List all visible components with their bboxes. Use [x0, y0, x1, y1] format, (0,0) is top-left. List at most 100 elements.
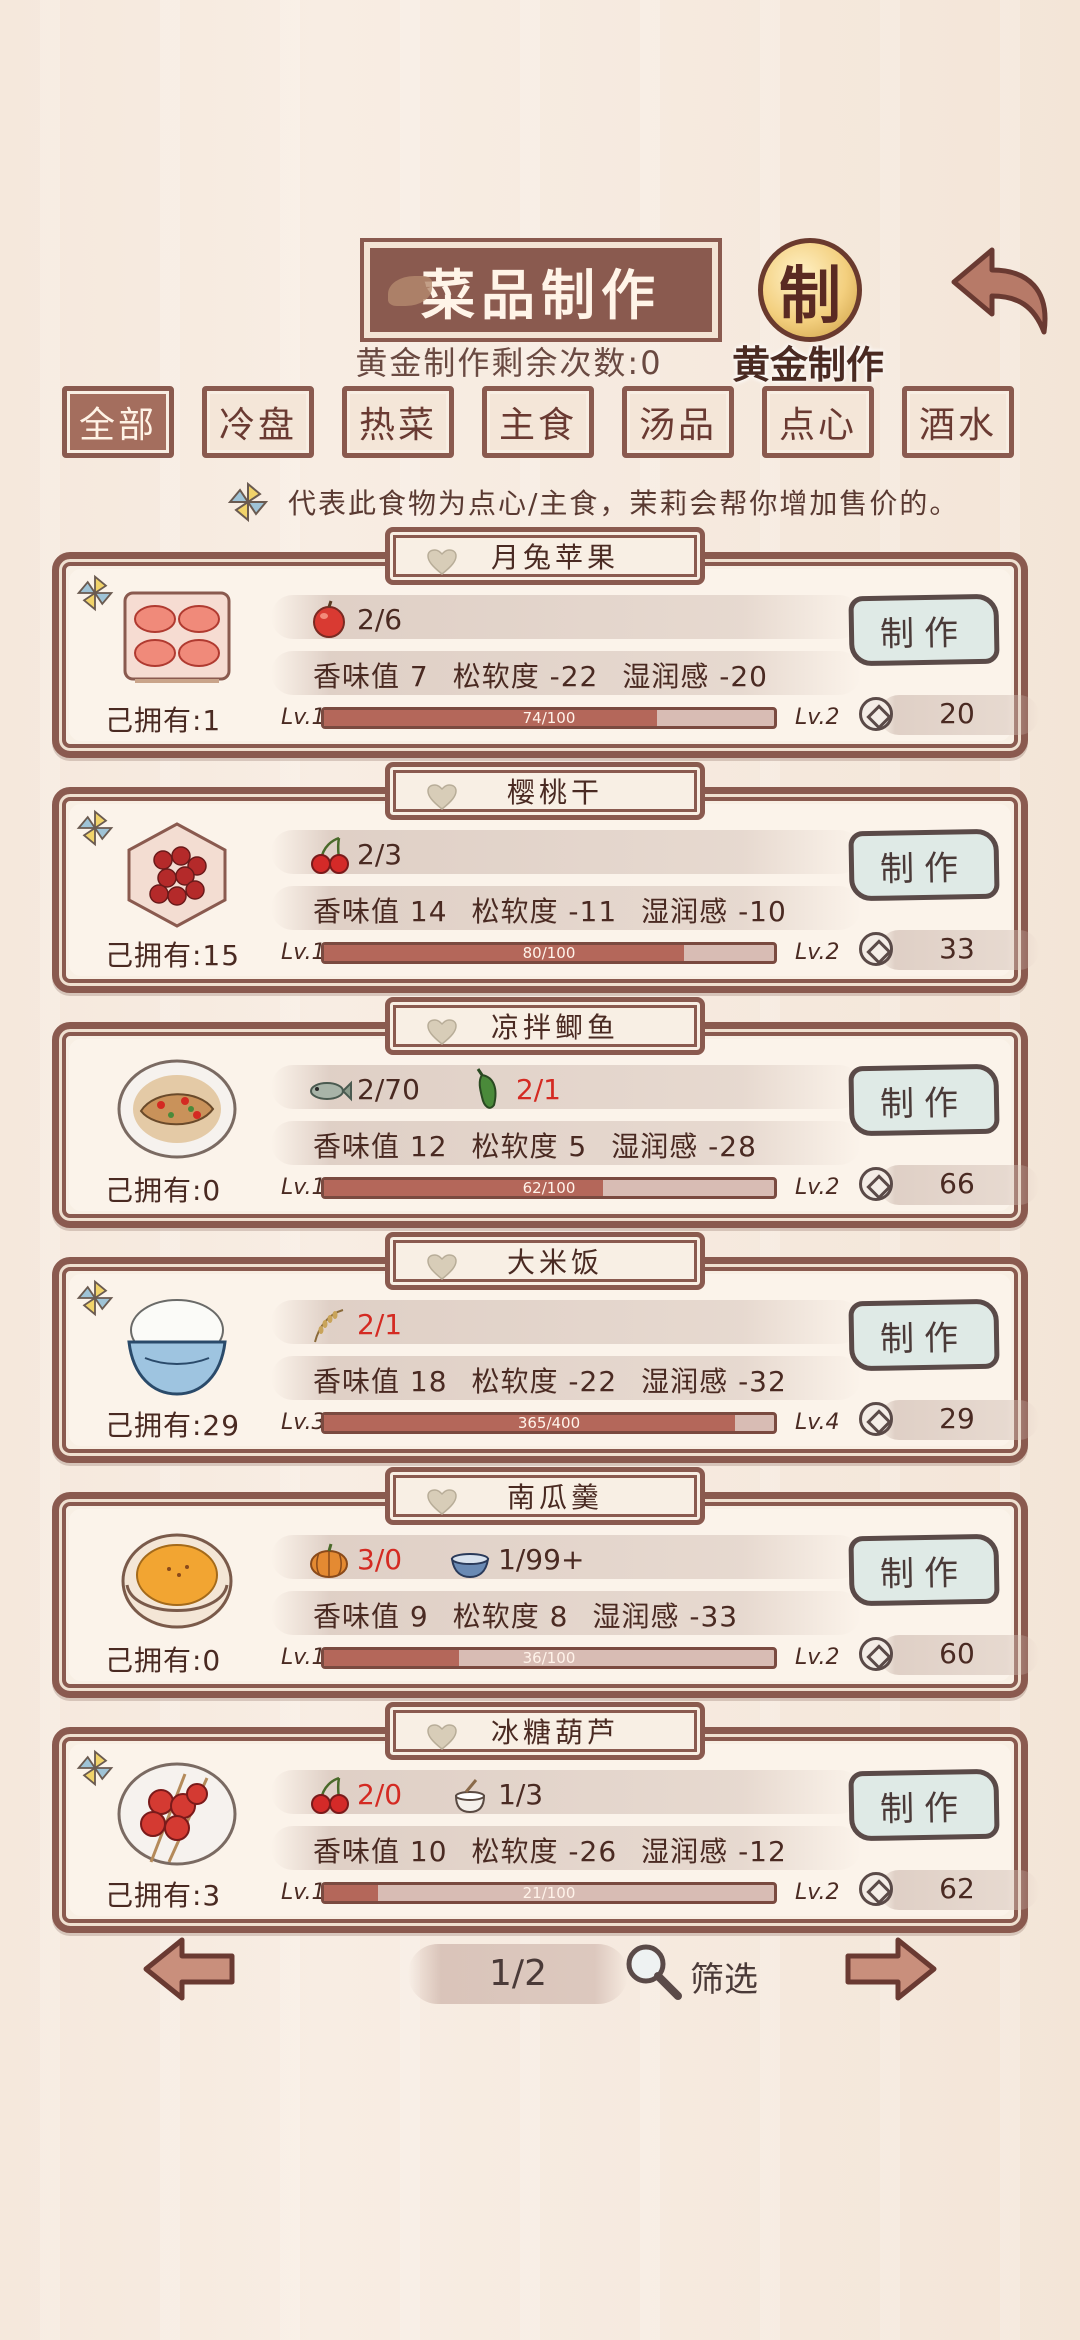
xp-bar: 74/100: [321, 707, 777, 729]
ingredient-count: 2/1: [515, 1072, 561, 1106]
tab-cold[interactable]: 冷盘: [202, 386, 314, 458]
recipe-card: 大米饭 己拥有:29 2/1 香味值 18 松软度 -22 湿润感 -32 Lv.3 365/…: [52, 1232, 1039, 1463]
ingredients-row: 2/6: [305, 597, 446, 641]
ingredients-row: 2/70 2/1: [305, 1067, 605, 1111]
coin-icon: [859, 1637, 893, 1671]
price-value: 60: [939, 1637, 975, 1670]
dish-image: [115, 1284, 239, 1404]
stat-value: 松软度 8: [452, 1600, 569, 1633]
apple-icon: [305, 597, 353, 641]
pinwheel-notice: 代表此食物为点心/主食，茉莉会帮你增加售价的。: [226, 478, 966, 526]
coin-icon: [859, 1402, 893, 1436]
heart-icon[interactable]: [426, 1253, 458, 1285]
sugar-pot-icon: [446, 1772, 494, 1816]
green-pepper-icon: [464, 1067, 512, 1111]
cherry-icon: [305, 1772, 353, 1816]
stat-value: 香味值 10: [313, 1835, 448, 1868]
price-value: 66: [939, 1167, 975, 1200]
price: 60: [859, 1635, 1039, 1675]
tab-dessert[interactable]: 点心: [762, 386, 874, 458]
make-button[interactable]: 制作: [848, 593, 1000, 667]
recipe-name-plaque: 大米饭: [385, 1232, 705, 1290]
heart-icon[interactable]: [426, 548, 458, 580]
ingredient: 2/70: [305, 1067, 420, 1111]
ingredient: 3/0: [305, 1537, 402, 1581]
owned-count: 己拥有:0: [105, 1644, 222, 1677]
recipe-card: 南瓜羹 己拥有:0 3/0 1/99+ 香味值 9 松软度 8 湿润感 -33 Lv.1 36/…: [52, 1467, 1039, 1698]
next-level: Lv.2: [795, 940, 840, 965]
tab-soup[interactable]: 汤品: [622, 386, 734, 458]
stat-value: 香味值 18: [313, 1365, 448, 1398]
make-button[interactable]: 制作: [848, 1298, 1000, 1372]
coin-icon: [859, 1167, 893, 1201]
next-page-button[interactable]: [842, 1936, 938, 2002]
ingredient: 2/1: [305, 1302, 402, 1346]
pinwheel-icon: [75, 1278, 115, 1322]
stats-row: 香味值 18 松软度 -22 湿润感 -32: [313, 1360, 811, 1400]
heart-icon[interactable]: [426, 1723, 458, 1755]
stat-value: 香味值 14: [313, 895, 448, 928]
price-value: 33: [939, 932, 975, 965]
tab-staple[interactable]: 主食: [482, 386, 594, 458]
recipe-card: 凉拌鲫鱼 己拥有:0 2/70 2/1 香味值 12 松软度 5 湿润感 -28 Lv.1 62…: [52, 997, 1039, 1228]
stat-value: 湿润感 -12: [641, 1835, 787, 1868]
magnifier-icon: [626, 1944, 682, 2000]
filter-label: 筛选: [690, 1960, 758, 2000]
ingredients-row: 2/3: [305, 832, 446, 876]
filter-button[interactable]: 筛选: [620, 1938, 770, 2004]
recipe-name-plaque: 冰糖葫芦: [385, 1702, 705, 1760]
xp-text: 74/100: [522, 709, 576, 727]
owned-count: 己拥有:29: [105, 1409, 241, 1442]
stat-value: 湿润感 -32: [641, 1365, 787, 1398]
heart-icon[interactable]: [426, 783, 458, 815]
gold-make-button[interactable]: 制 黄金制作: [728, 238, 888, 388]
stat-value: 松软度 -22: [452, 660, 599, 693]
price: 20: [859, 695, 1039, 735]
current-level: Lv.1: [281, 1880, 326, 1905]
stat-value: 湿润感 -10: [641, 895, 787, 928]
price-value: 62: [939, 1872, 975, 1905]
heart-icon[interactable]: [426, 1488, 458, 1520]
recipe-card: 月兔苹果 己拥有:1 2/6 香味值 7 松软度 -22 湿润感 -20 Lv.1 74/10…: [52, 527, 1039, 758]
recipe-name: 樱桃干: [506, 776, 603, 809]
make-button[interactable]: 制作: [848, 1768, 1000, 1842]
ingredient-count: 2/6: [357, 602, 403, 636]
back-button[interactable]: [946, 240, 1056, 340]
xp-text: 80/100: [522, 944, 576, 962]
xp-text: 62/100: [522, 1179, 576, 1197]
owned-count: 己拥有:3: [105, 1879, 222, 1912]
ingredient-count: 2/70: [357, 1072, 420, 1106]
coin-icon: [859, 932, 893, 966]
gold-remaining-text: 黄金制作剩余次数:0: [355, 344, 663, 382]
ingredients-row: 2/1: [305, 1302, 446, 1346]
category-tabs: 全部 冷盘 热菜 主食 汤品 点心 酒水: [62, 386, 1022, 462]
right-arrow-icon: [845, 1937, 937, 2001]
recipe-name-plaque: 南瓜羹: [385, 1467, 705, 1525]
tab-hot[interactable]: 热菜: [342, 386, 454, 458]
heart-icon[interactable]: [426, 1018, 458, 1050]
recipe-name-plaque: 樱桃干: [385, 762, 705, 820]
ingredients-row: 2/0 1/3: [305, 1772, 587, 1816]
xp-text: 21/100: [522, 1884, 576, 1902]
prev-page-button[interactable]: [142, 1936, 238, 2002]
stats-row: 香味值 10 松软度 -26 湿润感 -12: [313, 1830, 811, 1870]
make-button[interactable]: 制作: [848, 1063, 1000, 1137]
recipe-name-plaque: 月兔苹果: [385, 527, 705, 585]
stat-value: 松软度 -26: [471, 1835, 618, 1868]
ingredient: 1/99+: [446, 1537, 584, 1581]
current-level: Lv.1: [281, 940, 326, 965]
tab-drinks[interactable]: 酒水: [902, 386, 1014, 458]
ingredient: 2/3: [305, 832, 402, 876]
make-button[interactable]: 制作: [848, 1533, 1000, 1607]
make-button[interactable]: 制作: [848, 828, 1000, 902]
ingredient-count: 3/0: [357, 1542, 403, 1576]
coin-icon: [859, 697, 893, 731]
dish-image: [115, 1519, 239, 1639]
ingredient-count: 2/3: [357, 837, 403, 871]
xp-bar: 365/400: [321, 1412, 777, 1434]
next-level: Lv.2: [795, 705, 840, 730]
tab-all[interactable]: 全部: [62, 386, 174, 458]
owned-count: 己拥有:15: [105, 939, 241, 972]
price-value: 29: [939, 1402, 975, 1435]
recipe-name: 南瓜羹: [506, 1481, 603, 1514]
